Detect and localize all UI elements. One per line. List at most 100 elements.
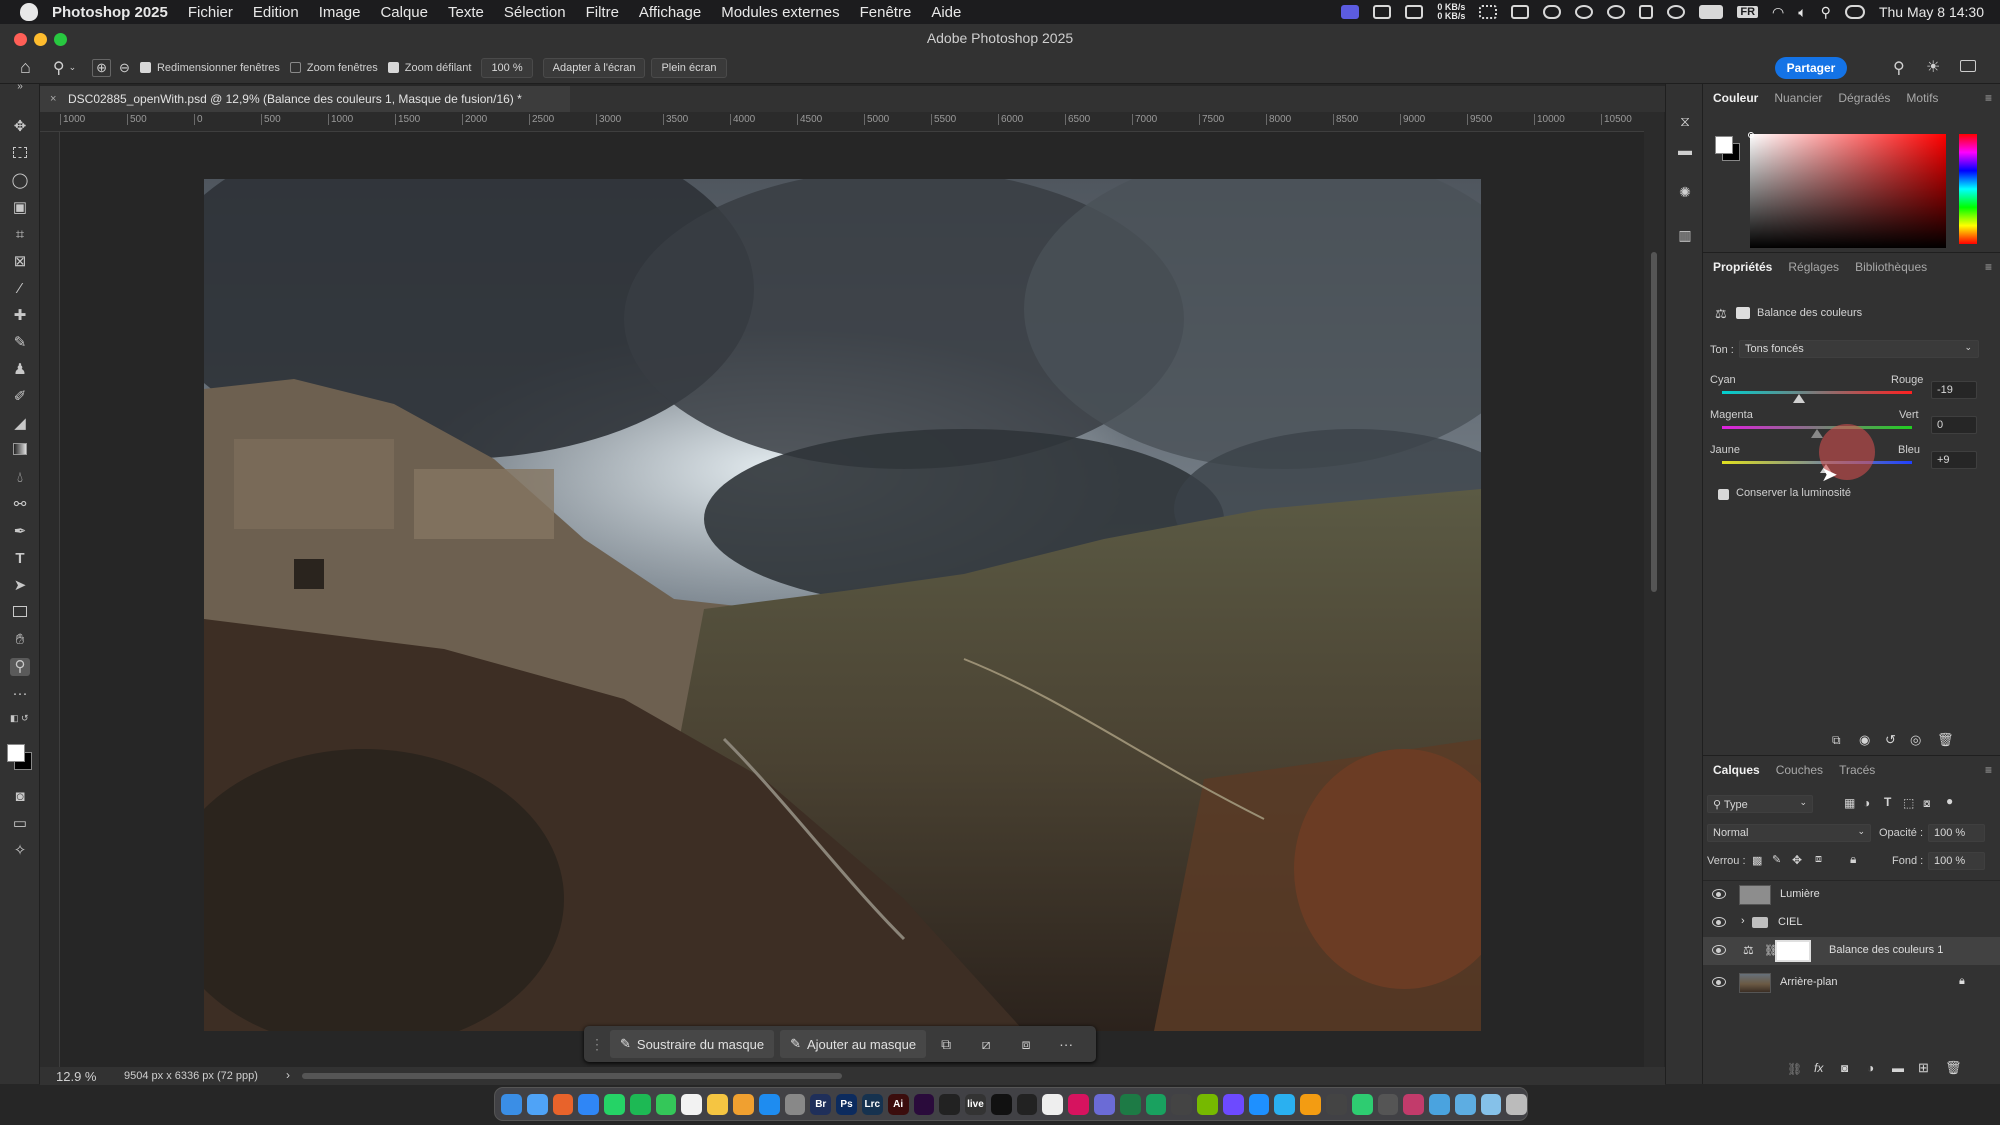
foreground-color-swatch[interactable] (7, 744, 25, 762)
ai-icon[interactable] (1274, 1093, 1296, 1115)
excel-icon[interactable] (1119, 1093, 1141, 1115)
calendar-icon[interactable] (681, 1093, 703, 1115)
trash-icon[interactable] (1506, 1093, 1528, 1115)
type-tool-icon[interactable]: T (10, 550, 30, 568)
filter-type-icon[interactable]: T (1884, 795, 1891, 809)
lock-position-icon[interactable]: ✥ (1792, 853, 1802, 867)
tab-traces[interactable]: Tracés (1839, 763, 1875, 777)
path-selection-tool-icon[interactable]: ➤ (10, 577, 30, 595)
hue-slider[interactable] (1959, 134, 1977, 244)
blend-mode-select[interactable]: Normal ⌄ (1707, 824, 1871, 842)
layer-lock-icon[interactable]: 🔒︎ (1959, 975, 1965, 988)
visibility-eye-icon[interactable] (1712, 889, 1726, 899)
apple-menu-icon[interactable] (20, 3, 38, 21)
control-center-icon[interactable] (1844, 5, 1865, 19)
keyboard-icon[interactable] (1377, 1093, 1399, 1115)
nvidia-icon[interactable] (1197, 1093, 1218, 1115)
time-machine-icon[interactable] (1667, 5, 1686, 19)
minimize-window-button[interactable] (34, 33, 47, 46)
visibility-toggle-icon[interactable]: ◎ (1910, 732, 1921, 748)
cpu-graph-icon[interactable] (1479, 5, 1498, 19)
healing-brush-tool-icon[interactable]: ✚ (10, 307, 30, 325)
search-icon[interactable]: ⚲ (1893, 58, 1905, 78)
layer-name[interactable]: Lumière (1780, 888, 1820, 900)
zoom-windows-checkbox[interactable] (289, 62, 301, 73)
link-layers-icon[interactable]: ⛓ (1787, 1062, 1802, 1076)
delete-layer-icon[interactable]: 🗑︎ (1945, 1060, 1962, 1076)
appstore-icon[interactable] (758, 1093, 780, 1115)
input-language[interactable]: FR (1737, 6, 1759, 18)
menu-calque[interactable]: Calque (380, 4, 428, 21)
color-picker-marker[interactable] (1748, 132, 1754, 138)
notes-icon[interactable] (707, 1093, 729, 1115)
tone-select[interactable]: Tons foncés ⌄ (1739, 340, 1979, 358)
lock-all-icon[interactable]: 🔒︎ (1850, 852, 1856, 867)
workspace-icon[interactable] (1960, 60, 1976, 72)
more-options-button[interactable]: ··· (1046, 1036, 1086, 1052)
davinci-icon[interactable] (1016, 1093, 1038, 1115)
screenshot-icon[interactable] (1511, 5, 1530, 19)
add-to-mask-button[interactable]: ✎ Ajouter au masque (780, 1030, 927, 1058)
properties-menu-icon[interactable]: ≡ (1985, 260, 1992, 274)
mask-options-icon[interactable]: ⧉ (926, 1036, 966, 1053)
yellow-blue-value-field[interactable]: +9 (1931, 451, 1977, 469)
photoshop-icon[interactable]: Ps (836, 1093, 857, 1115)
blur-tool-icon[interactable]: 💧︎ (10, 469, 30, 487)
lock-image-pixels-icon[interactable]: ✎ (1772, 853, 1781, 866)
menu-selection[interactable]: Sélection (504, 4, 566, 21)
visibility-eye-icon[interactable] (1712, 945, 1726, 955)
layer-mask-thumbnail[interactable] (1775, 940, 1811, 962)
tab-nuancier[interactable]: Nuancier (1774, 91, 1822, 105)
mask-settings-icon[interactable]: ⧈ (1006, 1036, 1046, 1053)
spotlight-search-icon[interactable]: ⚲ (1821, 4, 1831, 21)
tab-proprietes[interactable]: Propriétés (1713, 260, 1772, 274)
volume-icon[interactable]: 🔈︎ (1798, 4, 1806, 21)
bridge-icon[interactable]: Br (810, 1093, 832, 1115)
safari-icon[interactable] (526, 1093, 548, 1115)
history-panel-icon[interactable]: ⧖ (1677, 113, 1693, 129)
horizontal-scrollbar-thumb[interactable] (302, 1073, 842, 1079)
vertical-scrollbar[interactable] (1644, 112, 1664, 1067)
affinity-icon[interactable] (1403, 1093, 1425, 1115)
clone-stamp-tool-icon[interactable]: ♟ (10, 361, 30, 379)
cyan-red-track[interactable] (1722, 391, 1912, 394)
screen-share-icon[interactable] (1341, 5, 1360, 19)
fill-field[interactable]: 100 % (1928, 852, 1985, 870)
drag-handle-icon[interactable]: ⋮ (590, 1036, 604, 1053)
mail-icon[interactable] (578, 1093, 600, 1115)
document-canvas[interactable] (60, 132, 1644, 1067)
live-icon[interactable]: live (965, 1093, 986, 1115)
rectangle-tool-icon[interactable] (10, 604, 30, 622)
facetime-icon[interactable] (1351, 1093, 1373, 1115)
new-group-icon[interactable]: ▬ (1892, 1061, 1904, 1075)
edit-toolbar-icon[interactable]: ··· (10, 685, 30, 703)
filter-adjustment-icon[interactable]: ◑ (1863, 796, 1870, 810)
tab-bibliotheques[interactable]: Bibliothèques (1855, 260, 1927, 274)
generative-fill-icon[interactable]: ✧ (10, 842, 30, 860)
filter-toggle-icon[interactable]: ● (1946, 794, 1953, 808)
invert-mask-icon[interactable]: ⧄ (966, 1036, 1006, 1053)
yellow-blue-track[interactable] (1722, 461, 1912, 464)
comments-panel-icon[interactable]: ▬ (1677, 142, 1693, 158)
finder-folder-icon[interactable] (1429, 1093, 1450, 1115)
screen-icon[interactable] (1326, 1093, 1347, 1115)
visibility-eye-icon[interactable] (1712, 977, 1726, 987)
layer-group-name[interactable]: CIEL (1778, 916, 1802, 928)
zoom-percent-field[interactable]: 100 % (481, 57, 533, 78)
chevron-down-icon[interactable]: ⌄ (69, 62, 77, 73)
messages-icon[interactable] (655, 1093, 677, 1115)
delete-adjustment-icon[interactable]: 🗑︎ (1937, 732, 1954, 748)
history-brush-tool-icon[interactable]: ✐ (10, 388, 30, 406)
move-tool-icon[interactable]: ✥ (10, 118, 30, 136)
tab-reglages[interactable]: Réglages (1788, 260, 1839, 274)
menu-texte[interactable]: Texte (448, 4, 484, 21)
panel-foreground-swatch[interactable] (1715, 136, 1733, 154)
filter-smart-object-icon[interactable]: ⧇ (1923, 796, 1931, 811)
filter-shape-icon[interactable]: ⬚ (1903, 796, 1914, 810)
menubar-clock[interactable]: Thu May 8 14:30 (1879, 4, 1984, 20)
panel-collapse-icon[interactable]: » (10, 82, 30, 92)
frame-tool-icon[interactable]: ⊠ (10, 253, 30, 271)
sublime-icon[interactable] (1300, 1093, 1321, 1115)
mask-properties-icon[interactable] (1736, 307, 1750, 319)
scrollbar-thumb[interactable] (1651, 252, 1657, 592)
